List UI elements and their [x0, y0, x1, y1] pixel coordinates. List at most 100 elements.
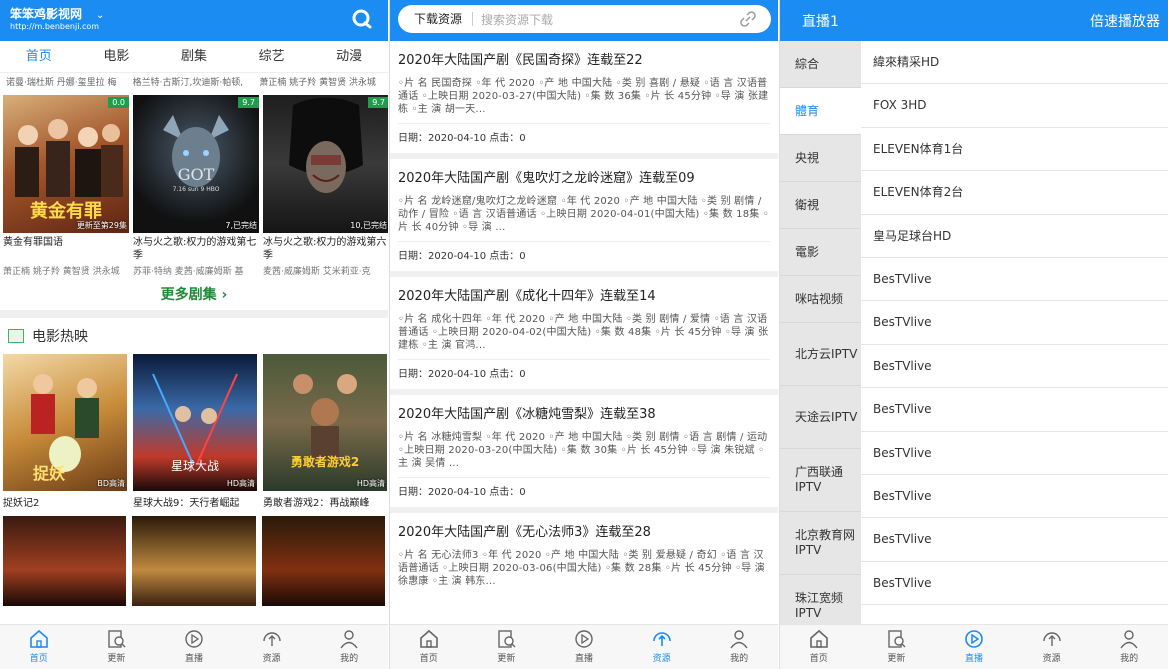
movie-title[interactable]: 勇敢者游戏2：再战巅峰 — [263, 494, 387, 516]
poster-image[interactable] — [3, 516, 127, 606]
channel-item[interactable]: BesTVlive — [861, 475, 1168, 519]
poster-image[interactable] — [261, 516, 385, 606]
tab-movies[interactable]: 电影 — [78, 41, 156, 72]
item-title[interactable]: 2020年大陆国产剧《鬼吹灯之龙岭迷窟》连载至09 — [398, 159, 770, 189]
cast-text: 诺曼·瑞杜斯 丹娜·玺里拉 梅 — [6, 78, 117, 88]
nav-resources[interactable]: 资源 — [233, 625, 311, 669]
series-title[interactable]: 冰与火之歌:权力的游戏第六季 — [263, 236, 388, 262]
channel-item[interactable]: 皇马足球台HD — [861, 215, 1168, 258]
search-icon[interactable] — [352, 9, 372, 29]
home-icon — [419, 629, 438, 648]
svg-text:勇敢者游戏2: 勇敢者游戏2 — [291, 454, 359, 469]
home-icon — [29, 629, 48, 648]
section-header: 电影热映 — [0, 318, 388, 354]
nav-updates[interactable]: 更新 — [858, 625, 936, 669]
nav-home[interactable]: 首页 — [780, 625, 858, 669]
sidebar-item[interactable]: 衛視 — [780, 182, 861, 229]
channel-item[interactable]: BesTVlive — [861, 432, 1168, 475]
channel-item[interactable]: ELEVEN体育1台 — [861, 128, 1168, 172]
channel-item[interactable]: 緯來精采HD — [861, 41, 1168, 85]
sidebar-item[interactable]: 天途云IPTV — [780, 386, 861, 449]
sidebar-item[interactable]: 北京教育网IPTV — [780, 512, 861, 575]
update-icon — [498, 630, 516, 648]
movie-card[interactable]: 捉妖 BD高清 捉妖记2 — [3, 354, 127, 516]
series-card[interactable]: 9.7 10,已完结 冰与火之歌:权力的游戏第六季 麦茜·威廉姆斯 艾米莉亚·克 — [263, 95, 388, 277]
nav-mine[interactable]: 我的 — [700, 625, 778, 669]
nav-updates[interactable]: 更新 — [78, 625, 156, 669]
channel-item[interactable]: BesTVlive — [861, 345, 1168, 389]
sidebar-item[interactable]: 咪咕视频 — [780, 276, 861, 323]
poster-image[interactable]: 勇敢者游戏2 HD高清 — [263, 354, 387, 491]
quality-badge: HD高清 — [226, 479, 255, 488]
list-item[interactable]: 2020年大陆国产剧《无心法师3》连载至28 ◦片 名 无心法师3 ◦年 代 2… — [390, 513, 778, 591]
nav-label: 首页 — [29, 654, 48, 664]
tab-variety[interactable]: 综艺 — [233, 41, 311, 72]
download-resources-label[interactable]: 下载资源 — [398, 12, 474, 26]
nav-home[interactable]: 首页 — [390, 625, 468, 669]
nav-resources[interactable]: 资源 — [1013, 625, 1091, 669]
item-title[interactable]: 2020年大陆国产剧《成化十四年》连载至14 — [398, 277, 770, 307]
sidebar-item[interactable]: 广西联通IPTV — [780, 449, 861, 512]
nav-live[interactable]: 直播 — [935, 625, 1013, 669]
movie-title[interactable]: 星球大战9：天行者崛起 — [133, 494, 257, 516]
nav-mine[interactable]: 我的 — [310, 625, 388, 669]
sidebar-item[interactable]: 綜合 — [780, 41, 861, 88]
svg-text:捉妖: 捉妖 — [33, 464, 65, 483]
poster-image[interactable]: 捉妖 BD高清 — [3, 354, 127, 491]
nav-updates[interactable]: 更新 — [468, 625, 546, 669]
tab-home[interactable]: 首页 — [0, 41, 78, 72]
poster-image[interactable]: 9.7 10,已完结 — [263, 95, 388, 233]
item-description: ◦片 名 成化十四年 ◦年 代 2020 ◦产 地 中国大陆 ◦类 别 剧情 /… — [398, 314, 769, 351]
channel-item[interactable]: BesTVlive — [861, 562, 1168, 606]
link-icon[interactable] — [739, 10, 757, 28]
divider — [0, 310, 388, 318]
channel-item[interactable]: ELEVEN体育2台 — [861, 171, 1168, 215]
nav-home[interactable]: 首页 — [0, 625, 78, 669]
item-title[interactable]: 2020年大陆国产剧《冰糖炖雪梨》连载至38 — [398, 395, 770, 425]
site-name[interactable]: 笨笨鸡影视网 — [10, 5, 82, 22]
series-card[interactable]: GOT 7.16 sun 9 HBO 9.7 7,已完结 冰与火之歌:权力的游戏… — [133, 95, 259, 277]
nav-label: 我的 — [340, 654, 359, 664]
series-title[interactable]: 黄金有罪国语 — [3, 236, 129, 262]
sidebar-item[interactable]: 北方云IPTV — [780, 323, 861, 386]
search-bar[interactable]: 下载资源 搜索资源下载 — [398, 5, 771, 33]
poster-image[interactable]: 星球大战 HD高清 — [133, 354, 257, 491]
nav-resources[interactable]: 资源 — [623, 625, 701, 669]
movie-card[interactable]: 勇敢者游戏2 HD高清 勇敢者游戏2：再战巅峰 — [263, 354, 387, 516]
tab-series[interactable]: 剧集 — [155, 41, 233, 72]
channel-item[interactable]: BesTVlive — [861, 258, 1168, 302]
sidebar-item[interactable]: 央視 — [780, 135, 861, 182]
nav-mine[interactable]: 我的 — [1090, 625, 1168, 669]
movie-card[interactable]: 星球大战 HD高清 星球大战9：天行者崛起 — [133, 354, 257, 516]
sidebar-item-active[interactable]: 體育 — [780, 88, 861, 135]
list-item[interactable]: 2020年大陆国产剧《成化十四年》连载至14 ◦片 名 成化十四年 ◦年 代 2… — [390, 277, 778, 395]
channel-item[interactable]: BesTVlive — [861, 518, 1168, 562]
speed-player-button[interactable]: 倍速播放器 — [1090, 11, 1160, 31]
series-title[interactable]: 冰与火之歌:权力的游戏第七季 — [133, 236, 259, 262]
movie-grid: 捉妖 BD高清 捉妖记2 星球大战 HD高清 星球大战9：天行者崛起 勇敢者游戏… — [0, 354, 388, 516]
list-item[interactable]: 2020年大陆国产剧《冰糖炖雪梨》连载至38 ◦片 名 冰糖炖雪梨 ◦年 代 2… — [390, 395, 778, 513]
item-title[interactable]: 2020年大陆国产剧《无心法师3》连载至28 — [398, 513, 770, 543]
movie-title[interactable]: 捉妖记2 — [3, 494, 127, 516]
list-item[interactable]: 2020年大陆国产剧《民国奇探》连载至22 ◦片 名 民国奇探 ◦年 代 202… — [390, 41, 778, 159]
nav-live[interactable]: 直播 — [545, 625, 623, 669]
nav-live[interactable]: 直播 — [155, 625, 233, 669]
channel-item[interactable]: BesTVlive — [861, 301, 1168, 345]
more-series-link[interactable]: 更多剧集 › — [0, 280, 388, 310]
nav-label: 直播 — [184, 654, 203, 664]
channel-item[interactable]: FOX 3HD — [861, 84, 1168, 128]
item-title[interactable]: 2020年大陆国产剧《民国奇探》连载至22 — [398, 41, 770, 71]
nav-label: 直播 — [964, 654, 983, 664]
chevron-down-icon[interactable]: ⌄ — [96, 10, 104, 21]
list-item[interactable]: 2020年大陆国产剧《鬼吹灯之龙岭迷窟》连载至09 ◦片 名 龙岭迷窟/鬼吹灯之… — [390, 159, 778, 277]
series-card[interactable]: 黄金有罪 0.0 更新至第29集 黄金有罪国语 萧正楠 姚子羚 黄智贤 洪永城 — [3, 95, 129, 277]
nav-label: 资源 — [262, 654, 281, 664]
search-input[interactable]: 搜索资源下载 — [481, 11, 739, 28]
sidebar-item[interactable]: 電影 — [780, 229, 861, 276]
poster-image[interactable]: GOT 7.16 sun 9 HBO 9.7 7,已完结 — [133, 95, 259, 233]
channel-item[interactable]: BesTVlive — [861, 388, 1168, 432]
upload-icon — [652, 632, 671, 646]
poster-image[interactable] — [132, 516, 256, 606]
tab-anime[interactable]: 动漫 — [310, 41, 388, 72]
poster-image[interactable]: 黄金有罪 0.0 更新至第29集 — [3, 95, 129, 233]
